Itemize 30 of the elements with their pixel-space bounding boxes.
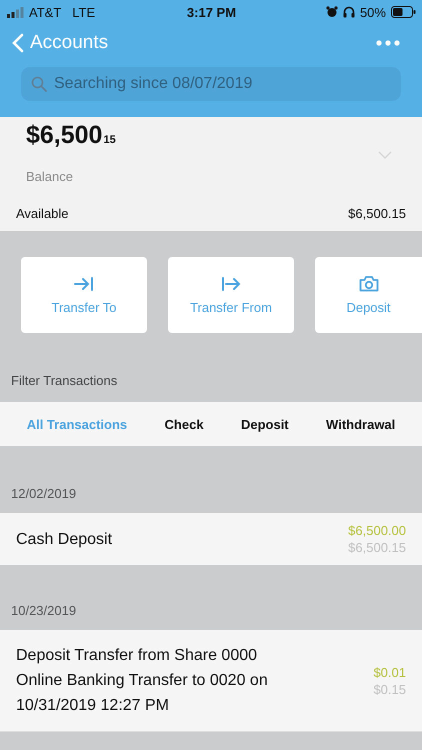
filter-tab[interactable]: Deposit [238,412,291,436]
battery-percent: 50% [360,4,386,20]
more-icon[interactable] [376,40,400,46]
signal-icon [7,6,24,18]
arrow-from-bar-icon [221,276,241,292]
headphones-icon [342,6,355,18]
battery-icon [390,6,416,18]
filter-title: Filter Transactions [10,372,118,388]
available-amount: $6,500.15 [348,206,406,221]
balance-amount: $6,500 [26,121,102,150]
network-type: LTE [72,4,96,20]
camera-icon [358,275,378,292]
chevron-down-icon[interactable] [378,151,392,159]
transaction-amount: $6,500.00 [348,523,406,538]
clock-time: 3:17 PM [186,4,236,20]
arrow-to-bar-icon [74,276,94,292]
balance-label: Balance [25,168,74,184]
date-header: 10/23/2019 [10,602,78,620]
balance-cents: 15 [103,134,116,146]
available-label: Available [16,206,69,221]
back-chevron-icon [12,33,24,53]
filter-tab[interactable]: Withdrawal [324,412,398,436]
alarm-icon [326,6,338,18]
filter-tab[interactable]: Check [162,412,206,436]
search-field[interactable]: Searching since 08/07/2019 [21,67,401,101]
date-header: 12/02/2019 [10,485,78,503]
transaction-description: Deposit Transfer from Share 0000 Online Banking Transfer to 0020 on 10/31/2019 12:27 PM [16,646,269,716]
transaction-amount: $0.01 [373,664,406,680]
carrier-name: AT&T [29,4,62,20]
transaction-description: Cash Deposit [16,530,112,550]
